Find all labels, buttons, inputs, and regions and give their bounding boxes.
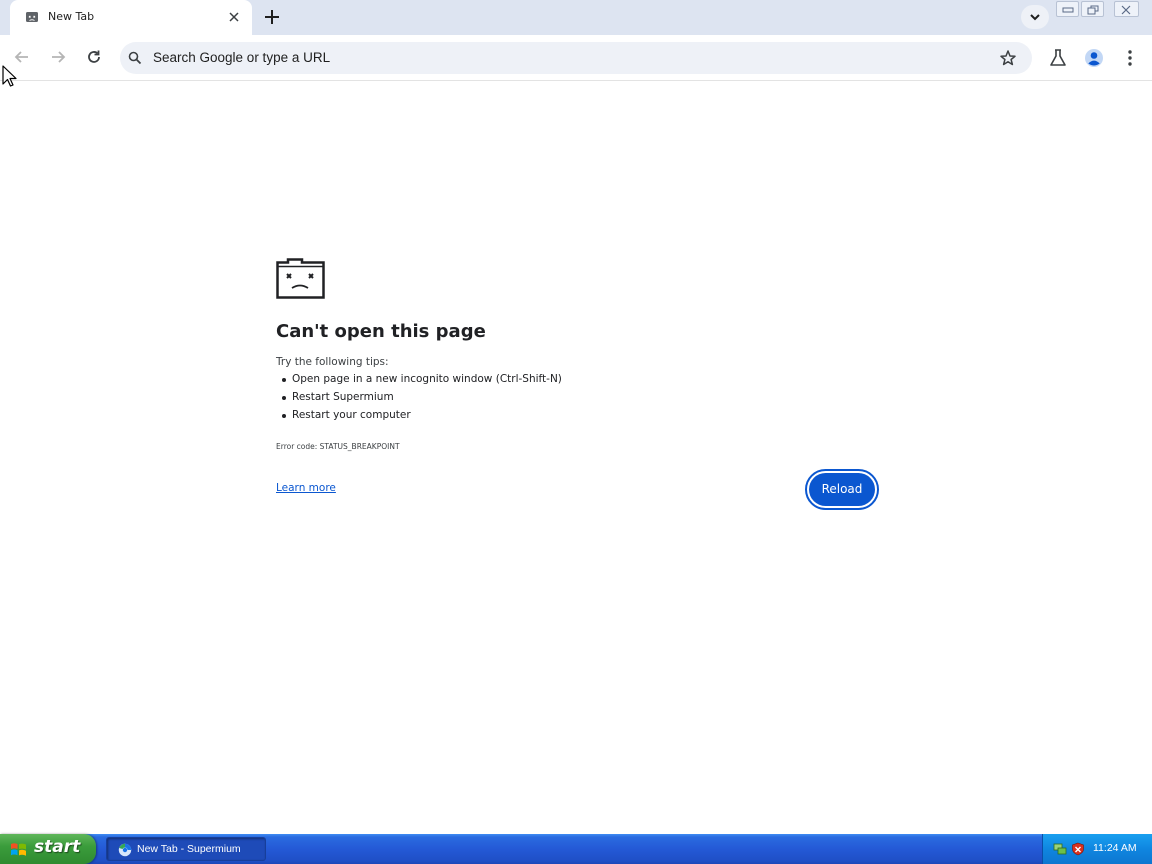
kebab-menu-icon[interactable] [1120,48,1140,68]
reload-button-label: Reload [809,473,875,506]
close-window-button[interactable] [1114,1,1139,17]
tab-strip: New Tab [0,0,1152,35]
reload-button[interactable]: Reload [805,469,879,510]
restore-button[interactable] [1081,1,1104,17]
error-title: Can't open this page [276,321,486,342]
restore-icon [1087,5,1099,15]
forward-arrow-icon[interactable] [48,47,68,67]
reload-icon[interactable] [84,47,104,67]
tips-heading: Try the following tips: [276,356,389,368]
sad-tab-favicon-icon [26,12,38,22]
omnibox-placeholder: Search Google or type a URL [153,50,331,65]
taskbar: start New Tab - Supermium 11:24 AM [0,834,1152,864]
profile-icon[interactable] [1084,48,1104,68]
browser-icon [118,843,132,857]
star-icon[interactable] [999,49,1017,67]
close-tab-icon[interactable] [226,9,242,25]
start-button[interactable]: start [0,834,96,864]
error-code: Error code: STATUS_BREAKPOINT [276,442,400,451]
tip-item: Restart Supermium [276,390,562,408]
omnibox[interactable]: Search Google or type a URL [120,42,1032,74]
taskbar-item-label: New Tab - Supermium [137,843,241,855]
tab-search-button[interactable] [1021,5,1049,29]
close-window-icon [1121,5,1131,15]
sad-folder-icon [276,258,325,299]
minimize-button[interactable] [1056,1,1079,17]
start-label: start [34,837,81,857]
tip-item: Restart your computer [276,408,562,426]
browser-toolbar: Search Google or type a URL [0,35,1152,81]
system-tray: 11:24 AM [1042,834,1152,864]
minimize-icon [1062,7,1074,13]
search-icon [128,51,142,65]
flask-icon[interactable] [1048,48,1068,68]
tab-title: New Tab [48,10,95,23]
shield-icon[interactable] [1071,842,1085,856]
tips-list: Open page in a new incognito window (Ctr… [276,372,562,426]
learn-more-link[interactable]: Learn more [276,482,336,494]
tip-item: Open page in a new incognito window (Ctr… [276,372,562,390]
new-tab-plus-icon[interactable] [262,7,282,27]
chevron-down-icon [1030,14,1040,21]
back-arrow-icon[interactable] [12,47,32,67]
clock: 11:24 AM [1093,842,1137,854]
network-icon[interactable] [1053,842,1067,856]
tab-new-tab[interactable]: New Tab [10,0,252,35]
mouse-cursor-icon [2,65,17,87]
windows-flag-icon [11,843,26,856]
taskbar-item-supermium[interactable]: New Tab - Supermium [106,837,266,861]
